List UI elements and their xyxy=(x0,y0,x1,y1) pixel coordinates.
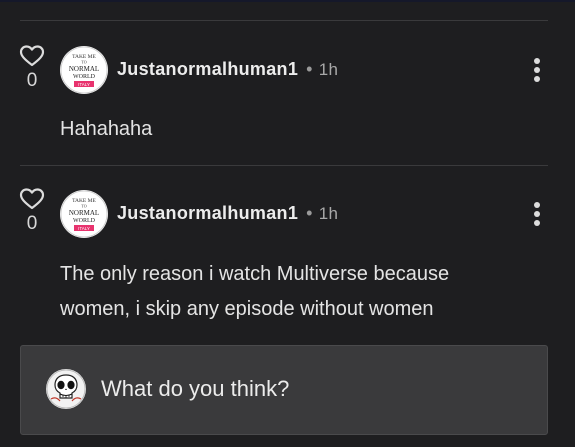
timestamp: 1h xyxy=(318,60,339,79)
avatar-line-3: NORMAL xyxy=(69,65,99,73)
avatar-line-2: TO xyxy=(81,204,86,209)
avatar-line-5: ITALY xyxy=(78,82,90,87)
heart-outline-icon[interactable] xyxy=(19,44,45,68)
comment-text: Hahahaha xyxy=(60,118,153,140)
username[interactable]: Justanormalhuman1 xyxy=(117,203,298,223)
user-avatar xyxy=(46,369,86,409)
avatar[interactable]: TAKE ME TO NORMAL WORLD ITALY xyxy=(60,190,108,238)
comment-header: Justanormalhuman1 • 1h xyxy=(117,203,338,224)
avatar-line-2: TO xyxy=(81,60,86,65)
avatar-badge-image: TAKE ME TO NORMAL WORLD ITALY xyxy=(60,46,108,94)
avatar-line-4: WORLD xyxy=(73,218,96,224)
separator-dot: • xyxy=(306,203,313,223)
like-count: 0 xyxy=(26,70,38,91)
like-control[interactable]: 0 xyxy=(19,187,45,235)
skull-face-icon xyxy=(46,369,86,409)
heart-outline-icon[interactable] xyxy=(19,187,45,211)
username[interactable]: Justanormalhuman1 xyxy=(117,59,298,79)
vertical-ellipsis-icon xyxy=(534,202,540,208)
avatar[interactable]: TAKE ME TO NORMAL WORLD ITALY xyxy=(60,46,108,94)
avatar-line-5: ITALY xyxy=(78,226,90,231)
separator-dot: • xyxy=(306,59,313,79)
avatar-badge-image: TAKE ME TO NORMAL WORLD ITALY xyxy=(60,190,108,238)
reply-placeholder[interactable]: What do you think? xyxy=(101,376,289,402)
timestamp: 1h xyxy=(318,204,339,223)
divider xyxy=(20,165,548,166)
top-border xyxy=(0,0,575,2)
more-options-button[interactable] xyxy=(530,202,544,230)
more-options-button[interactable] xyxy=(530,58,544,86)
divider xyxy=(20,20,548,21)
avatar-line-3: NORMAL xyxy=(69,209,99,217)
reply-input[interactable]: What do you think? xyxy=(20,345,548,435)
comment-text: The only reason i watch Multiverse becau… xyxy=(60,263,450,320)
like-count: 0 xyxy=(26,213,38,234)
like-control[interactable]: 0 xyxy=(19,44,45,92)
comment-header: Justanormalhuman1 • 1h xyxy=(117,59,338,80)
avatar-line-4: WORLD xyxy=(73,74,96,80)
vertical-ellipsis-icon xyxy=(534,58,540,64)
